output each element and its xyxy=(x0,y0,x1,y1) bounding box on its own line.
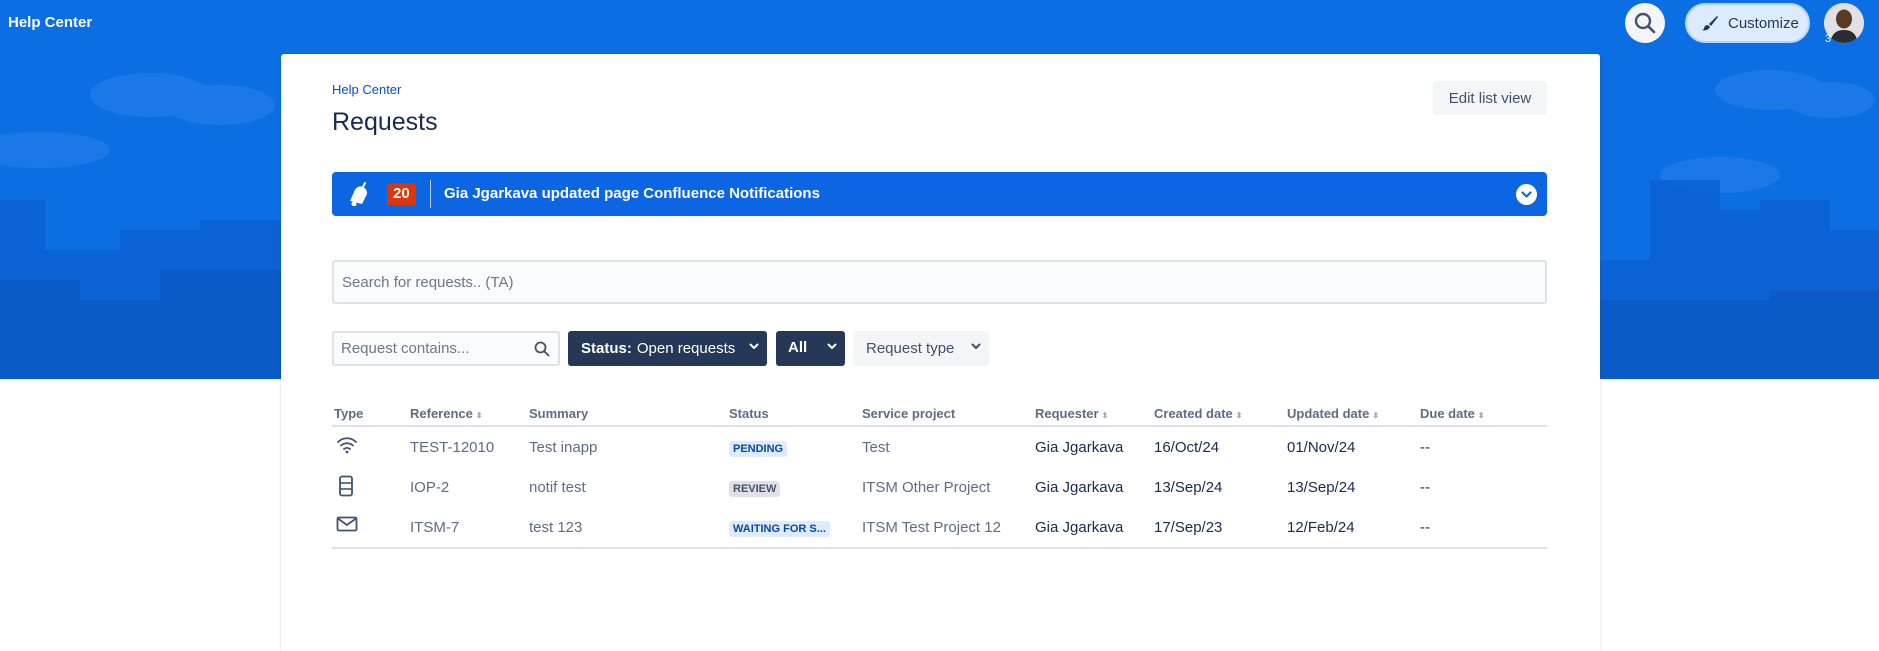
requester-cell: Gia Jgarkava xyxy=(1035,439,1124,456)
bell-icon xyxy=(350,182,367,206)
due-date-cell: -- xyxy=(1420,439,1430,456)
breadcrumb[interactable]: Help Center xyxy=(332,82,401,97)
sort-icon: ⬍ xyxy=(475,411,483,420)
reference-link[interactable]: IOP-2 xyxy=(410,479,449,496)
column-header-type: Type xyxy=(334,406,364,421)
paintbrush-icon xyxy=(1702,16,1718,31)
service-project-cell: ITSM Test Project 12 xyxy=(862,519,1001,536)
status-lozenge: PENDING xyxy=(729,441,788,457)
sort-icon: ⬍ xyxy=(1372,411,1380,420)
table-row[interactable]: IOP-2 notif test REVIEW ITSM Other Proje… xyxy=(332,467,1547,507)
chevron-down-icon xyxy=(971,343,981,349)
chevron-down-icon xyxy=(1521,190,1532,198)
requester-cell: Gia Jgarkava xyxy=(1035,519,1124,536)
chevron-down-icon xyxy=(827,343,837,349)
reference-link[interactable]: TEST-12010 xyxy=(410,439,494,456)
page-title: Requests xyxy=(332,108,438,136)
mail-icon xyxy=(336,515,358,537)
scope-filter-value: All xyxy=(788,339,808,356)
request-contains-input[interactable] xyxy=(334,333,524,364)
reference-link[interactable]: ITSM-7 xyxy=(410,519,459,536)
column-header-summary: Summary xyxy=(529,406,589,421)
notification-text: Gia Jgarkava updated page Confluence Not… xyxy=(444,185,820,202)
customize-label: Customize xyxy=(1728,14,1799,32)
global-search-button[interactable] xyxy=(1625,3,1665,43)
service-project-cell: ITSM Other Project xyxy=(862,479,991,496)
sort-icon: ⬍ xyxy=(1477,411,1485,420)
avatar-badge: 3 xyxy=(1825,33,1832,45)
column-header-requester[interactable]: Requester ⬍ xyxy=(1035,406,1108,421)
status-filter-value: Open requests xyxy=(636,340,736,357)
requests-table: Type Reference ⬍ Summary Status Service p… xyxy=(332,401,1547,549)
column-header-created-date[interactable]: Created date ⬍ xyxy=(1154,406,1242,421)
edit-list-view-button[interactable]: Edit list view xyxy=(1433,81,1547,115)
summary-cell[interactable]: notif test xyxy=(529,479,586,496)
created-date-cell: 17/Sep/23 xyxy=(1154,519,1223,536)
updated-date-cell: 13/Sep/24 xyxy=(1287,479,1356,496)
status-lozenge: WAITING FOR S... xyxy=(729,521,830,537)
summary-cell[interactable]: test 123 xyxy=(529,519,582,536)
column-header-due-date[interactable]: Due date ⬍ xyxy=(1420,406,1485,421)
updated-date-cell: 12/Feb/24 xyxy=(1287,519,1355,536)
created-date-cell: 13/Sep/24 xyxy=(1154,479,1223,496)
help-center-home-link[interactable]: Help Center xyxy=(8,14,92,31)
customize-button[interactable]: Customize xyxy=(1685,3,1810,43)
chevron-down-icon xyxy=(749,343,759,349)
server-icon xyxy=(337,475,355,501)
search-icon xyxy=(1634,12,1656,34)
requester-cell: Gia Jgarkava xyxy=(1035,479,1124,496)
table-header: Type Reference ⬍ Summary Status Service p… xyxy=(332,401,1547,427)
created-date-cell: 16/Oct/24 xyxy=(1154,439,1220,456)
sort-icon: ⬍ xyxy=(1235,411,1243,420)
search-icon[interactable] xyxy=(534,341,550,357)
status-filter-prefix: Status: xyxy=(581,340,632,357)
table-row[interactable]: TEST-12010 Test inapp PENDING Test Gia J… xyxy=(332,427,1547,467)
column-header-reference[interactable]: Reference ⬍ xyxy=(410,406,483,421)
column-header-updated-date[interactable]: Updated date ⬍ xyxy=(1287,406,1379,421)
column-header-status: Status xyxy=(729,406,769,421)
expand-notifications-button[interactable] xyxy=(1516,184,1537,205)
service-project-cell: Test xyxy=(862,439,890,456)
status-filter-dropdown[interactable]: Status: Open requests xyxy=(568,331,767,366)
search-requests-input[interactable] xyxy=(332,260,1547,304)
table-bottom-border xyxy=(332,547,1547,549)
request-type-label: Request type xyxy=(866,340,955,357)
summary-cell[interactable]: Test inapp xyxy=(529,439,597,456)
banner-divider xyxy=(430,180,431,208)
wifi-icon xyxy=(336,435,358,459)
scope-filter-dropdown[interactable]: All xyxy=(776,331,845,366)
due-date-cell: -- xyxy=(1420,519,1430,536)
notification-banner[interactable]: 20 Gia Jgarkava updated page Confluence … xyxy=(332,172,1547,216)
table-row[interactable]: ITSM-7 test 123 WAITING FOR S... ITSM Te… xyxy=(332,507,1547,547)
top-navigation: Help Center Customize 3 xyxy=(0,0,1879,48)
status-lozenge: REVIEW xyxy=(729,481,781,497)
request-contains-filter xyxy=(332,331,560,366)
due-date-cell: -- xyxy=(1420,479,1430,496)
updated-date-cell: 01/Nov/24 xyxy=(1287,439,1356,456)
request-type-filter-dropdown[interactable]: Request type xyxy=(853,331,989,366)
notification-count-badge: 20 xyxy=(387,183,416,205)
column-header-service-project: Service project xyxy=(862,406,956,421)
sort-icon: ⬍ xyxy=(1101,411,1109,420)
